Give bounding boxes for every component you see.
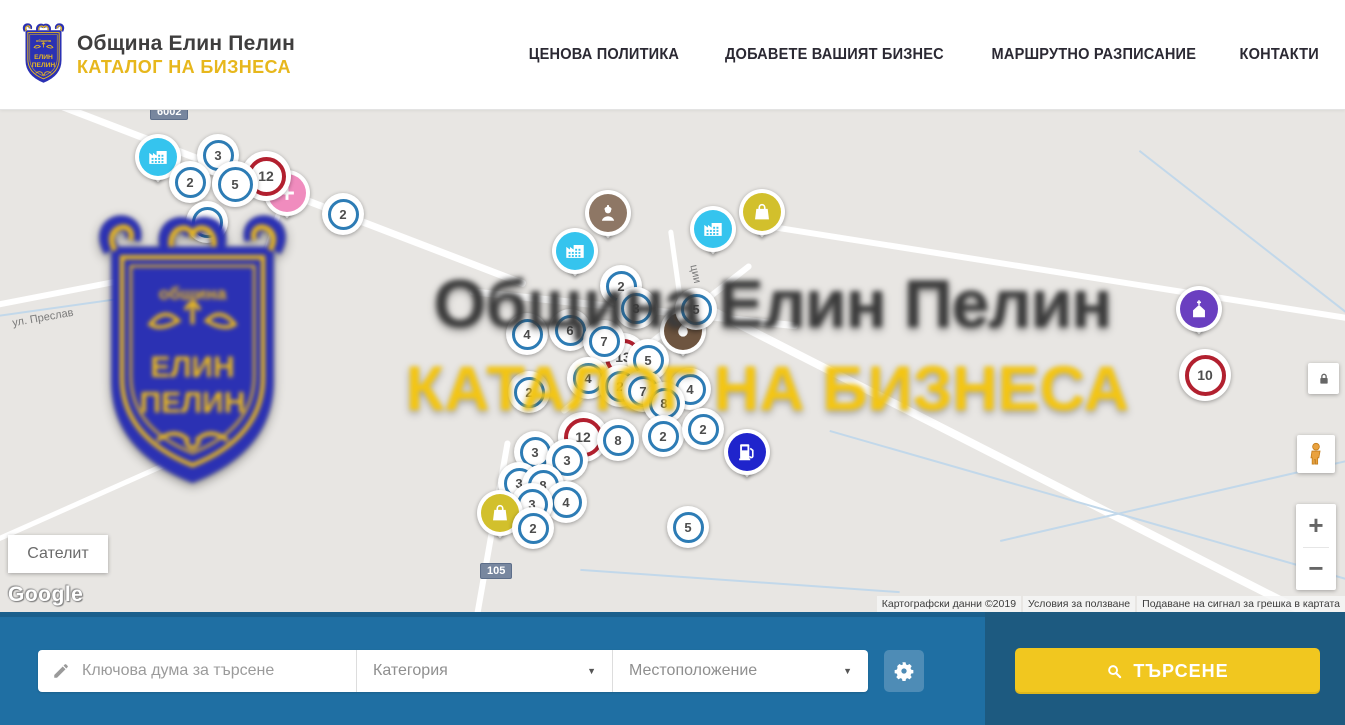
chevron-down-icon: ▼ [843,666,852,676]
factory-icon [564,240,586,262]
location-dropdown-label: Местоположение [629,662,757,680]
map-cluster-marker[interactable] [186,201,228,243]
map-type-control: Карта Сателит [8,535,108,573]
fuel-icon [736,441,758,463]
site-header: Община Елин Пелин КАТАЛОГ НА БИЗНЕСА ЦЕН… [0,0,1345,110]
map-cluster-marker[interactable]: 8 [597,419,639,461]
location-dropdown[interactable]: Местоположение ▼ [612,650,868,692]
search-icon [1106,663,1123,680]
attribution-copyright: Картографски данни ©2019 [877,596,1021,612]
attribution-terms-link[interactable]: Условия за ползване [1023,596,1135,612]
church-icon [1188,298,1210,320]
site-title: Община Елин Пелин [77,32,295,56]
map-cluster-marker[interactable]: 2 [322,193,364,235]
nav-contacts[interactable]: КОНТАКТИ [1239,46,1318,64]
map-markers-layer: 321252235461375422748128223338432510 [0,110,1345,612]
map-cluster-marker[interactable]: 4 [506,313,548,355]
map-cluster-marker[interactable]: 5 [667,506,709,548]
map-pin-marker-factory[interactable] [552,228,598,288]
zoom-out-button[interactable]: − [1296,548,1336,591]
map-cluster-marker[interactable]: 2 [682,408,724,450]
map-attribution: Картографски данни ©2019 Условия за полз… [877,596,1345,612]
bag-icon [751,201,773,223]
search-button-label: ТЪРСЕНЕ [1133,661,1228,682]
map-cluster-marker[interactable]: 2 [642,415,684,457]
advanced-settings-button[interactable] [884,650,924,692]
nav-pricing-policy[interactable]: ЦЕНОВА ПОЛИТИКА [529,46,679,64]
keyword-field[interactable] [38,650,357,692]
attribution-report-error-link[interactable]: Подаване на сигнал за грешка в картата [1137,596,1345,612]
map-pin-marker-church[interactable] [1176,286,1222,346]
map-cluster-marker[interactable]: 2 [508,371,550,413]
google-logo[interactable]: Google [8,583,83,607]
map-cluster-marker[interactable]: 5 [212,161,258,207]
lock-icon [1316,371,1332,387]
site-logo[interactable]: Община Елин Пелин КАТАЛОГ НА БИЗНЕСА [20,23,295,86]
category-dropdown-label: Категория [373,662,448,680]
map-zoom-control: + − [1296,504,1336,590]
worker-icon [597,202,619,224]
keyword-input[interactable] [82,662,342,680]
map-pin-marker-factory[interactable] [690,206,736,266]
zoom-in-button[interactable]: + [1296,504,1336,547]
map-cluster-marker[interactable]: 2 [512,507,554,549]
map-pin-marker-bag[interactable] [739,189,785,249]
map-pin-marker-fuel[interactable] [724,429,770,489]
search-bar: Категория ▼ Местоположение ▼ ТЪРСЕНЕ [0,612,1345,725]
search-button[interactable]: ТЪРСЕНЕ [1015,648,1320,694]
nav-route-schedule[interactable]: МАРШРУТНО РАЗПИСАНИЕ [991,46,1196,64]
map-lock-button[interactable] [1308,363,1339,394]
map-cluster-marker[interactable]: 7 [583,320,625,362]
site-subtitle: КАТАЛОГ НА БИЗНЕСА [77,57,295,78]
nav-add-your-business[interactable]: ДОБАВЕТЕ ВАШИЯТ БИЗНЕС [725,46,944,64]
google-map[interactable]: 6002105ул. Преславбул. „Новоселции 32125… [0,110,1345,612]
main-nav: ЦЕНОВА ПОЛИТИКА ДОБАВЕТЕ ВАШИЯТ БИЗНЕС М… [524,46,1321,64]
pegman-icon [1303,441,1329,467]
map-type-satellite-button[interactable]: Сателит [8,535,108,573]
bag-icon [489,502,511,524]
pencil-icon [52,662,70,680]
factory-icon [147,146,169,168]
gear-icon [893,660,915,682]
category-dropdown[interactable]: Категория ▼ [357,650,612,692]
map-cluster-marker[interactable]: 10 [1179,349,1231,401]
street-view-pegman-button[interactable] [1297,435,1335,473]
map-cluster-marker[interactable]: 5 [675,288,717,330]
factory-icon [702,218,724,240]
municipality-crest-logo [20,23,67,86]
map-cluster-marker[interactable]: 3 [615,287,657,329]
chevron-down-icon: ▼ [587,666,596,676]
search-field-group: Категория ▼ Местоположение ▼ [38,650,868,692]
map-cluster-marker[interactable]: 2 [169,161,211,203]
